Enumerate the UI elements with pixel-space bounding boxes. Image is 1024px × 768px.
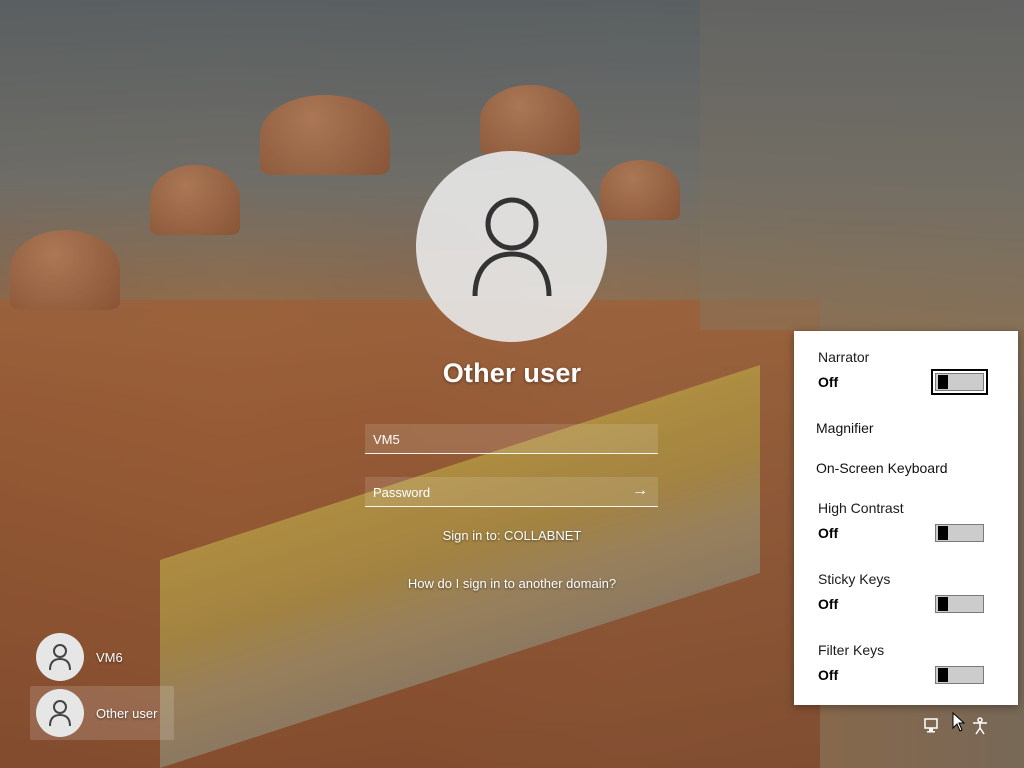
on-screen-keyboard-button[interactable]: On-Screen Keyboard [816, 460, 948, 476]
filter-keys-toggle[interactable] [935, 666, 984, 684]
submit-arrow-icon[interactable]: → [632, 482, 648, 500]
high-contrast-toggle[interactable] [935, 524, 984, 542]
sticky-keys-toggle[interactable] [935, 595, 984, 613]
person-icon [472, 197, 551, 296]
user-tile-vm6[interactable]: VM6 [30, 630, 180, 684]
high-contrast-item: High Contrast Off [818, 500, 994, 542]
username-value: VM5 [373, 432, 400, 447]
user-list: VM6 Other user [30, 630, 180, 742]
filter-keys-item: Filter Keys Off [818, 642, 994, 684]
narrator-item: Narrator Off [818, 349, 994, 395]
toggle-knob [938, 668, 948, 682]
username-field[interactable]: VM5 [365, 424, 658, 454]
filter-keys-label: Filter Keys [818, 642, 885, 658]
sticky-keys-item: Sticky Keys Off [818, 571, 994, 613]
tray-accessibility[interactable] [970, 716, 990, 736]
user-tile-other-user[interactable]: Other user [30, 686, 174, 740]
network-icon[interactable] [922, 716, 942, 736]
mouse-cursor-icon [952, 712, 966, 732]
password-field[interactable]: Password → [365, 477, 658, 507]
person-icon [49, 644, 71, 671]
magnifier-button[interactable]: Magnifier [816, 420, 874, 436]
avatar [36, 633, 84, 681]
tray-network[interactable] [922, 716, 942, 736]
narrator-toggle[interactable] [931, 369, 988, 395]
password-placeholder: Password [373, 485, 431, 500]
user-tile-name: Other user [96, 705, 158, 721]
toggle-knob [938, 597, 948, 611]
narrator-label: Narrator [818, 349, 870, 365]
toggle-knob [938, 375, 948, 389]
sticky-keys-label: Sticky Keys [818, 571, 891, 587]
avatar [36, 689, 84, 737]
accessibility-panel: Narrator Off Magnifier On-Screen Keyboar… [794, 331, 1018, 705]
high-contrast-label: High Contrast [818, 500, 904, 516]
user-avatar [416, 151, 607, 342]
user-tile-name: VM6 [96, 649, 123, 665]
toggle-knob [938, 526, 948, 540]
person-icon [49, 700, 71, 727]
accessibility-icon[interactable] [970, 716, 990, 736]
